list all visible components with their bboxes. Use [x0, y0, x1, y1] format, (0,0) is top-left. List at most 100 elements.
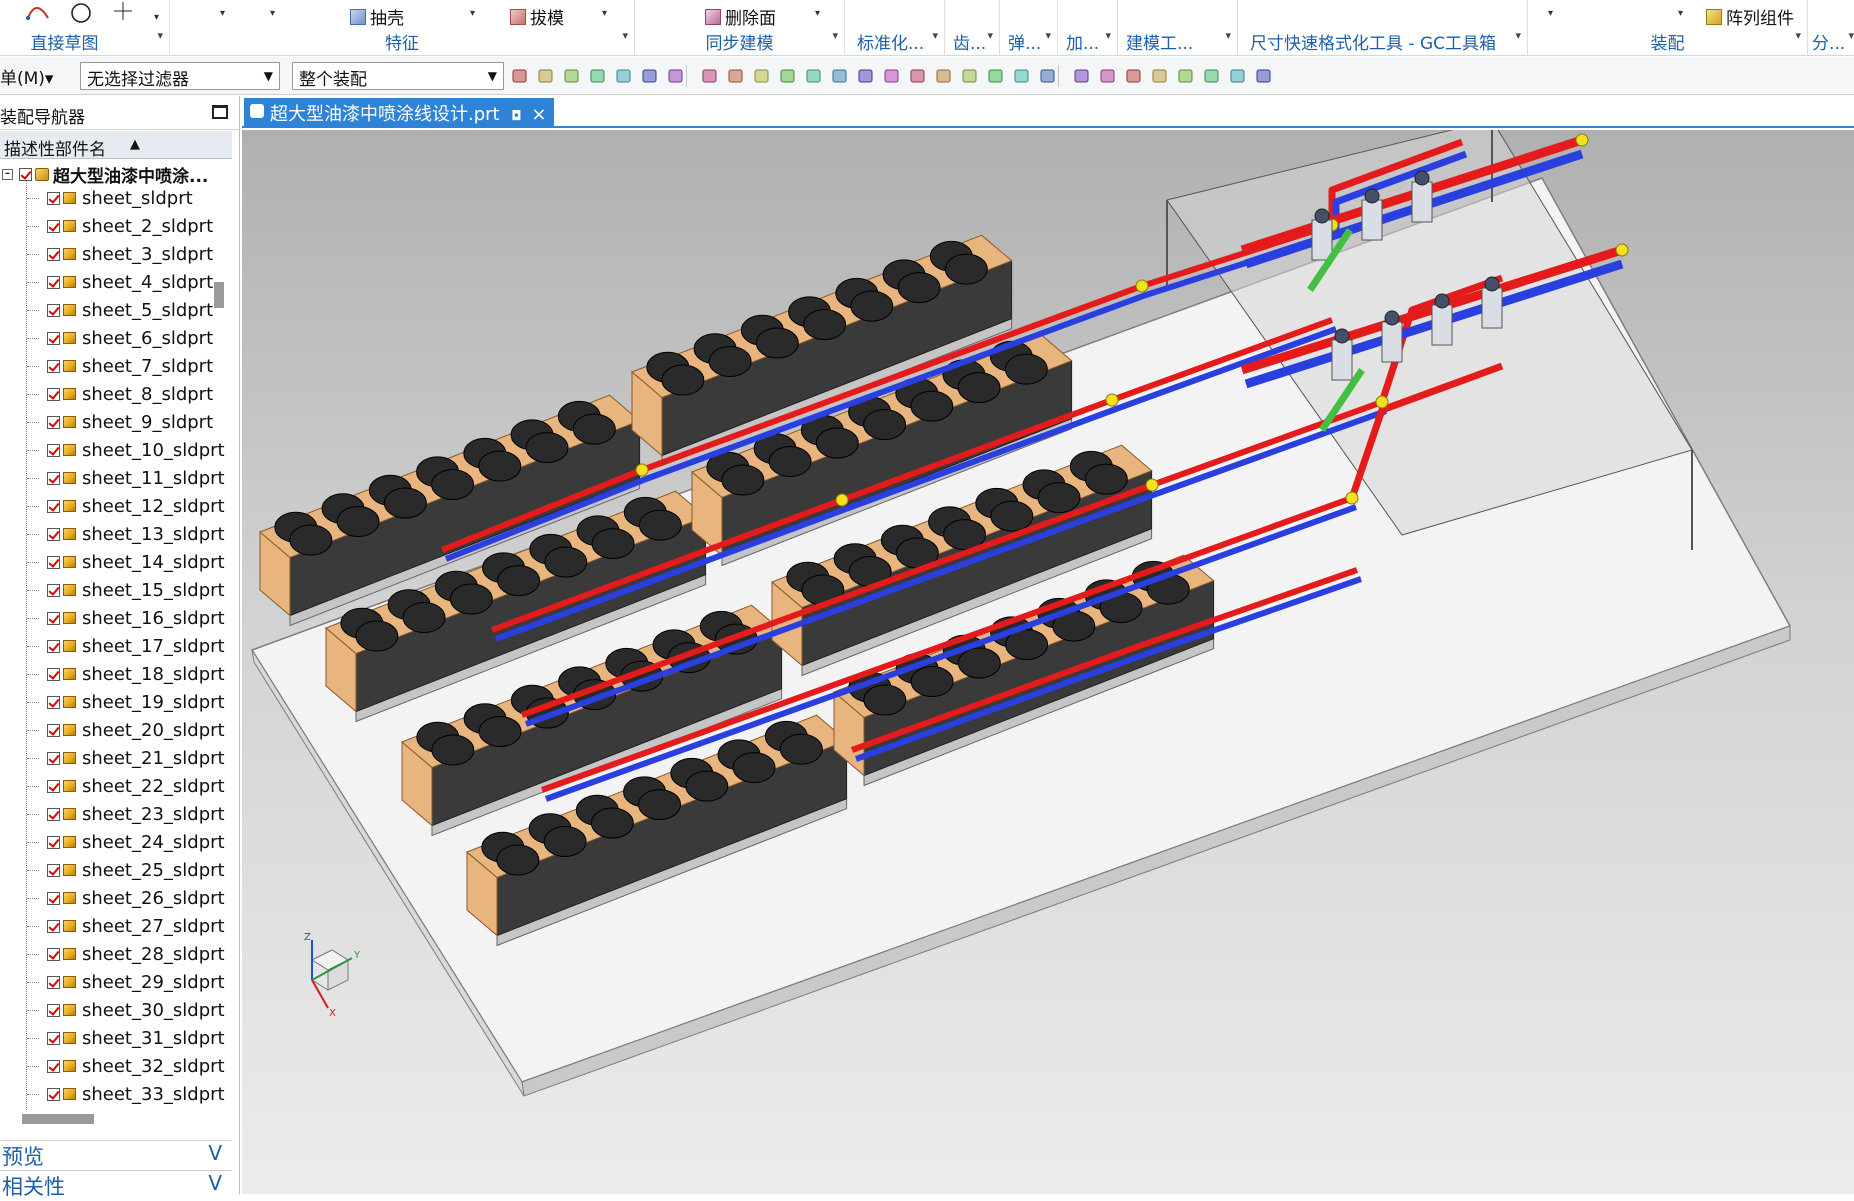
visibility-checkbox[interactable] — [47, 443, 60, 457]
select-body-icon[interactable] — [588, 66, 608, 86]
tree-part-row[interactable]: sheet_6_sldprt — [0, 324, 232, 352]
pipe-elbow[interactable] — [1145, 478, 1159, 492]
group-label-features[interactable]: 特征 ▾ — [170, 29, 634, 54]
dependencies-section-header[interactable]: 相关性 V — [0, 1170, 232, 1200]
valve-handwheel[interactable] — [1314, 208, 1330, 224]
pump-unit[interactable] — [1331, 339, 1353, 381]
group-label-standard[interactable]: 标准化... ▾ — [845, 29, 944, 54]
group-label-direct-sketch[interactable]: 直接草图 ▾ — [0, 29, 169, 54]
snap-settings-icon[interactable] — [510, 66, 530, 86]
pipe-elbow[interactable] — [835, 493, 849, 507]
preview-section-header[interactable]: 预览 V — [0, 1140, 232, 1170]
tree-part-row[interactable]: sheet_14_sldprt — [0, 548, 232, 576]
visibility-checkbox[interactable] — [47, 695, 60, 709]
tree-part-row[interactable]: sheet_32_sldprt — [0, 1052, 232, 1080]
tree-part-row[interactable]: sheet_26_sldprt — [0, 884, 232, 912]
visibility-checkbox[interactable] — [47, 611, 60, 625]
visibility-checkbox[interactable] — [47, 247, 60, 261]
tree-part-row[interactable]: sheet_22_sldprt — [0, 772, 232, 800]
point-icon[interactable] — [112, 0, 134, 26]
visibility-checkbox[interactable] — [47, 723, 60, 737]
circle-icon[interactable] — [70, 2, 92, 28]
tree-part-row[interactable]: sheet_4_sldprt — [0, 268, 232, 296]
tree-part-row[interactable]: sheet_5_sldprt — [0, 296, 232, 324]
visibility-checkbox[interactable] — [47, 975, 60, 989]
rotate-icon[interactable] — [1124, 66, 1144, 86]
tree-part-row[interactable]: sheet_15_sldprt — [0, 576, 232, 604]
visibility-checkbox[interactable] — [47, 359, 60, 373]
visibility-checkbox[interactable] — [47, 1087, 60, 1101]
selection-scope-select[interactable]: 整个装配 ▼ — [292, 62, 504, 90]
menu-button[interactable]: 单(M)▾ — [0, 64, 53, 89]
on-curve-icon[interactable] — [986, 66, 1006, 86]
group-label-add[interactable]: 加... ▾ — [1058, 29, 1117, 54]
pump-unit[interactable] — [1381, 321, 1403, 363]
group-label-sync-modeling[interactable]: 同步建模 ▾ — [635, 29, 844, 54]
tree-part-row[interactable]: sheet_13_sldprt — [0, 520, 232, 548]
tree-part-row[interactable]: sheet_16_sldprt — [0, 604, 232, 632]
dropdown-icon[interactable]: ▾ — [270, 8, 275, 19]
visibility-checkbox[interactable] — [47, 807, 60, 821]
dropdown-icon[interactable] — [666, 66, 686, 86]
tree-part-row[interactable]: sheet_30_sldprt — [0, 996, 232, 1024]
pipe-elbow[interactable] — [635, 463, 649, 477]
tree-part-row[interactable]: sheet_sldprt — [0, 184, 232, 212]
visibility-checkbox[interactable] — [47, 667, 60, 681]
tree-part-row[interactable]: sheet_21_sldprt — [0, 744, 232, 772]
render-style-icon[interactable] — [1202, 66, 1222, 86]
pump-unit[interactable] — [1481, 287, 1503, 329]
valve-handwheel[interactable] — [1334, 328, 1350, 344]
dropdown-icon[interactable]: ▾ — [1678, 8, 1683, 19]
visibility-checkbox[interactable] — [47, 1031, 60, 1045]
valve-handwheel[interactable] — [1364, 188, 1380, 204]
pipe-elbow[interactable] — [1345, 491, 1359, 505]
visibility-checkbox[interactable] — [47, 863, 60, 877]
group-label-gear[interactable]: 齿... ▾ — [945, 29, 999, 54]
tree-part-row[interactable]: sheet_19_sldprt — [0, 688, 232, 716]
tree-part-row[interactable]: sheet_8_sldprt — [0, 380, 232, 408]
tree-part-row[interactable]: sheet_17_sldprt — [0, 632, 232, 660]
dropdown-icon[interactable]: ▾ — [470, 8, 475, 19]
type-filter-select[interactable]: 无选择过滤器 ▼ — [80, 62, 280, 90]
select-feature-icon[interactable] — [562, 66, 582, 86]
valve-handwheel[interactable] — [1384, 310, 1400, 326]
visibility-checkbox[interactable] — [47, 275, 60, 289]
pump-unit[interactable] — [1431, 304, 1453, 346]
tree-part-row[interactable]: sheet_12_sldprt — [0, 492, 232, 520]
tree-part-row[interactable]: sheet_20_sldprt — [0, 716, 232, 744]
orientation-triad[interactable]: Z Y X — [304, 932, 361, 1019]
select-box-icon[interactable] — [640, 66, 660, 86]
group-label-analysis[interactable]: 分... ▾ — [1808, 29, 1854, 54]
visibility-checkbox[interactable] — [47, 499, 60, 513]
zoom-icon[interactable] — [1098, 66, 1118, 86]
arc-center-icon[interactable] — [908, 66, 928, 86]
intersect-icon[interactable] — [882, 66, 902, 86]
visibility-checkbox[interactable] — [47, 387, 60, 401]
column-header-part-name[interactable]: 描述性部件名 ▲ — [0, 131, 232, 160]
tree-part-row[interactable]: sheet_25_sldprt — [0, 856, 232, 884]
group-label-gc-toolbox[interactable]: 尺寸快速格式化工具 - GC工具箱 ▾ — [1238, 29, 1527, 54]
visibility-checkbox[interactable] — [47, 191, 60, 205]
more-dropdown-icon[interactable]: ▾ — [154, 12, 159, 23]
maximize-icon[interactable] — [212, 105, 228, 119]
visibility-checkbox[interactable] — [47, 331, 60, 345]
circle-snap-icon[interactable] — [934, 66, 954, 86]
visibility-checkbox[interactable] — [47, 1059, 60, 1073]
curve-icon[interactable] — [830, 66, 850, 86]
visibility-checkbox[interactable] — [19, 167, 32, 181]
visibility-checkbox[interactable] — [47, 555, 60, 569]
visibility-checkbox[interactable] — [47, 527, 60, 541]
tree-part-row[interactable]: sheet_23_sldprt — [0, 800, 232, 828]
vertical-scrollbar-thumb[interactable] — [214, 282, 224, 308]
section-icon[interactable] — [1254, 66, 1274, 86]
pipe-elbow[interactable] — [1375, 395, 1389, 409]
quadrant-icon[interactable] — [1012, 66, 1032, 86]
visibility-checkbox[interactable] — [47, 947, 60, 961]
dropdown-icon[interactable]: ▾ — [220, 8, 225, 19]
pump-unit[interactable] — [1361, 199, 1383, 241]
visibility-checkbox[interactable] — [47, 751, 60, 765]
tree-part-row[interactable]: sheet_18_sldprt — [0, 660, 232, 688]
solid-body-icon[interactable] — [726, 66, 746, 86]
view-orient-icon[interactable] — [1228, 66, 1248, 86]
shell-button[interactable]: 抽壳 — [350, 4, 404, 29]
